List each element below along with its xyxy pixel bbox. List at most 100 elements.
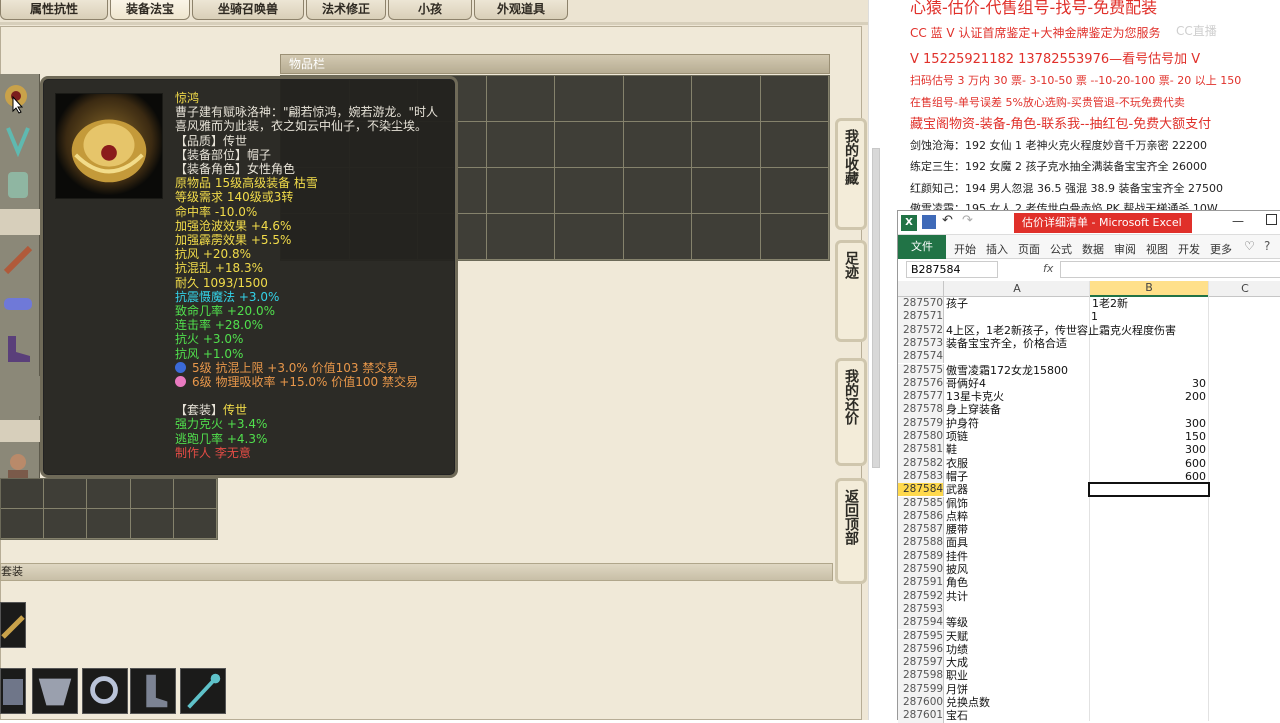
- bottom-slot[interactable]: [130, 668, 176, 714]
- row-number[interactable]: 287575: [898, 363, 944, 377]
- item-cell[interactable]: [692, 76, 761, 122]
- item-cell[interactable]: [486, 76, 555, 122]
- table-row[interactable]: 287579 护身符 300: [898, 416, 1280, 430]
- back-to-top-button[interactable]: 返回顶部: [835, 478, 867, 584]
- boots-slot-icon[interactable]: [0, 330, 36, 366]
- table-row[interactable]: 287591 角色: [898, 576, 1280, 590]
- item-cell[interactable]: [692, 122, 761, 168]
- cell-a[interactable]: 共计: [946, 590, 968, 603]
- table-row[interactable]: 287586 点粹: [898, 509, 1280, 524]
- cell-a[interactable]: 佩饰: [946, 497, 968, 510]
- my-favorites-button[interactable]: 我的收藏: [835, 118, 867, 230]
- column-header-c[interactable]: C: [1209, 282, 1280, 295]
- table-row[interactable]: 287597 大成: [898, 656, 1280, 670]
- table-row[interactable]: 287585 佩饰: [898, 496, 1280, 510]
- row-number[interactable]: 287571: [898, 310, 944, 324]
- table-row[interactable]: 287587 腰带: [898, 523, 1280, 537]
- row-number[interactable]: 287598: [898, 669, 944, 683]
- table-row[interactable]: 287596 功绩: [898, 642, 1280, 657]
- cell-a[interactable]: 傲雪凌霜172女龙15800: [946, 364, 1068, 377]
- row-number[interactable]: 287582: [898, 456, 944, 470]
- row-number[interactable]: 287576: [898, 376, 944, 391]
- cell-a[interactable]: 兑换点数: [946, 696, 990, 709]
- cell-b[interactable]: 300: [1090, 417, 1206, 430]
- column-header-b[interactable]: B: [1090, 281, 1208, 297]
- cell-b[interactable]: 150: [1090, 430, 1206, 443]
- help-icon[interactable]: ?: [1264, 239, 1270, 253]
- cell-a[interactable]: 孩子: [946, 297, 968, 310]
- cell-b[interactable]: 600: [1090, 457, 1206, 470]
- row-number[interactable]: 287580: [898, 430, 944, 444]
- name-box[interactable]: B287584: [906, 261, 998, 278]
- row-number[interactable]: 287596: [898, 642, 944, 657]
- row-number[interactable]: 287581: [898, 443, 944, 457]
- cell-a[interactable]: 角色: [946, 576, 968, 589]
- row-number[interactable]: 287589: [898, 549, 944, 563]
- armor-slot-icon[interactable]: [0, 166, 36, 202]
- row-number[interactable]: 287572: [898, 323, 944, 337]
- table-row[interactable]: 287577 13星卡克火 200: [898, 390, 1280, 404]
- bottom-slot[interactable]: [0, 668, 26, 714]
- row-number[interactable]: 287592: [898, 589, 944, 603]
- item-cell[interactable]: [623, 76, 692, 122]
- row-number[interactable]: 287583: [898, 469, 944, 484]
- item-cell[interactable]: [760, 122, 829, 168]
- row-number[interactable]: 287579: [898, 416, 944, 430]
- table-row[interactable]: 287582 衣服 600: [898, 456, 1280, 470]
- column-header-a[interactable]: A: [945, 282, 1089, 295]
- cell-b[interactable]: 600: [1090, 470, 1206, 483]
- bag-cell[interactable]: [173, 479, 217, 509]
- cell-a[interactable]: 面具: [946, 536, 968, 549]
- row-number[interactable]: 287586: [898, 509, 944, 524]
- table-row[interactable]: 287592 共计: [898, 589, 1280, 603]
- table-row[interactable]: 287573 装备宝宝齐全，价格合适: [898, 336, 1280, 351]
- selected-cell[interactable]: [1088, 482, 1210, 497]
- tab-equipment[interactable]: 装备法宝: [110, 0, 190, 20]
- item-cell[interactable]: [692, 214, 761, 260]
- table-row[interactable]: 287572 4上区，1老2新孩子，传世容止霜克火程度伤害: [898, 323, 1280, 337]
- cell-a[interactable]: 武器: [946, 483, 968, 496]
- cell-a[interactable]: 天赋: [946, 630, 968, 643]
- table-row[interactable]: 287600 兑换点数: [898, 696, 1280, 710]
- item-cell[interactable]: [623, 168, 692, 214]
- bag-cell[interactable]: [44, 479, 88, 509]
- table-row[interactable]: 287581 鞋 300: [898, 443, 1280, 457]
- table-row[interactable]: 287575 傲雪凌霜172女龙15800: [898, 363, 1280, 377]
- cell-a[interactable]: 衣服: [946, 457, 968, 470]
- table-row[interactable]: 287598 职业: [898, 669, 1280, 683]
- maximize-icon[interactable]: [1266, 214, 1277, 225]
- row-number[interactable]: 287593: [898, 602, 944, 617]
- ribbon-tab-file[interactable]: 文件: [898, 235, 946, 259]
- formula-bar[interactable]: [1060, 261, 1280, 278]
- bag-cell[interactable]: [87, 479, 131, 509]
- item-cell[interactable]: [760, 76, 829, 122]
- table-row[interactable]: 287601 宝石: [898, 709, 1280, 723]
- cell-a[interactable]: 月饼: [946, 683, 968, 696]
- corner-cell[interactable]: [898, 281, 944, 297]
- cell-a[interactable]: 鞋: [946, 443, 957, 456]
- table-row[interactable]: 287590 披风: [898, 563, 1280, 577]
- item-cell[interactable]: [486, 122, 555, 168]
- ribbon-tab-view[interactable]: 视图: [1146, 241, 1168, 257]
- heart-icon[interactable]: ♡: [1244, 239, 1255, 253]
- bag-cell[interactable]: [87, 509, 131, 539]
- bag-cell[interactable]: [130, 479, 174, 509]
- item-cell[interactable]: [555, 214, 624, 260]
- bottom-slot[interactable]: [32, 668, 78, 714]
- ribbon-tab-formula[interactable]: 公式: [1050, 241, 1072, 257]
- row-number[interactable]: 287590: [898, 563, 944, 577]
- scrollbar-thumb[interactable]: [872, 148, 880, 468]
- bag-cell[interactable]: [173, 509, 217, 539]
- row-number[interactable]: 287597: [898, 656, 944, 670]
- cell-a[interactable]: 装备宝宝齐全，价格合适: [946, 337, 1067, 350]
- tab-children[interactable]: 小孩: [388, 0, 472, 20]
- bag-cell[interactable]: [130, 509, 174, 539]
- cell-a[interactable]: 职业: [946, 669, 968, 682]
- row-number[interactable]: 287577: [898, 390, 944, 404]
- bottom-slot[interactable]: [180, 668, 226, 714]
- cell-a[interactable]: 哥俩好4: [946, 377, 986, 390]
- cell-a[interactable]: 4上区，1老2新孩子，传世容止霜克火程度伤害: [946, 324, 1176, 337]
- table-row[interactable]: 287588 面具: [898, 536, 1280, 550]
- row-number[interactable]: 287574: [898, 350, 944, 364]
- footprint-button[interactable]: 足迹: [835, 240, 867, 342]
